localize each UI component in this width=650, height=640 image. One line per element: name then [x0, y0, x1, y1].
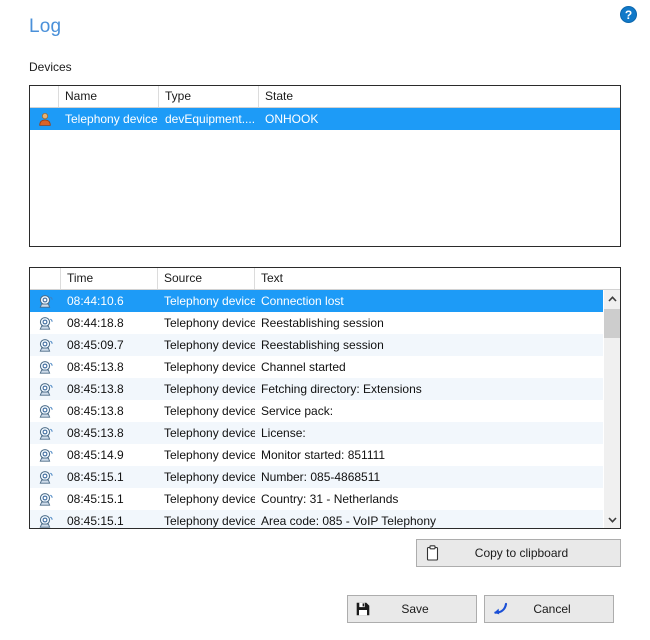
log-table-header: Time Source Text [30, 268, 620, 290]
user-device-icon [30, 112, 59, 126]
log-table-body: 08:44:10.6 Telephony device Connection los… [30, 290, 620, 528]
device-monitor-icon [30, 448, 61, 462]
log-table-row[interactable]: 08:44:10.6 Telephony device Connection los… [30, 290, 620, 312]
log-text-cell: Reestablishing session [261, 316, 384, 330]
log-text-cell: License: [261, 426, 306, 440]
device-monitor-icon [30, 404, 61, 418]
floppy-disk-icon [348, 602, 378, 616]
log-time-cell: 08:45:14.9 [67, 448, 124, 462]
back-arrow-icon [485, 602, 515, 616]
devices-column-name[interactable]: Name [59, 86, 159, 107]
devices-section-label: Devices [29, 60, 72, 74]
log-table-row[interactable]: 08:45:15.1 Telephony device Country: 31 - … [30, 488, 620, 510]
log-column-time[interactable]: Time [61, 268, 158, 289]
device-monitor-icon [30, 492, 61, 506]
cancel-label: Cancel [533, 602, 571, 616]
devices-column-state[interactable]: State [259, 86, 620, 107]
log-table-row[interactable]: 08:44:18.8 Telephony device Reestablishing… [30, 312, 620, 334]
log-column-text[interactable]: Text [255, 268, 604, 289]
log-text-cell: Area code: 085 - VoIP Telephony [261, 514, 437, 528]
log-table-row[interactable]: 08:45:13.8 Telephony device License: [30, 422, 620, 444]
log-source-cell: Telephony device [164, 426, 255, 440]
log-source-cell: Telephony device [164, 470, 255, 484]
device-monitor-icon [30, 514, 61, 528]
log-column-source[interactable]: Source [158, 268, 255, 289]
log-text-cell: Service pack: [261, 404, 334, 418]
log-source-cell: Telephony device [164, 338, 255, 352]
log-text-cell: Country: 31 - Netherlands [261, 492, 399, 506]
device-name-cell: Telephony device [65, 112, 158, 126]
log-source-cell: Telephony device [164, 294, 255, 308]
help-icon[interactable]: ? [620, 6, 637, 23]
log-table-row[interactable]: 08:45:13.8 Telephony device Fetching direc… [30, 378, 620, 400]
devices-table-row[interactable]: Telephony device devEquipment.... ONHOOK [30, 108, 620, 130]
log-time-cell: 08:44:10.6 [67, 294, 124, 308]
log-source-cell: Telephony device [164, 492, 255, 506]
log-table-row[interactable]: 08:45:15.1 Telephony device Number: 085-48… [30, 466, 620, 488]
devices-column-icon[interactable] [30, 86, 59, 107]
log-table-row[interactable]: 08:45:13.8 Telephony device Service pack: [30, 400, 620, 422]
device-monitor-icon [30, 360, 61, 374]
device-monitor-icon [30, 316, 61, 330]
log-text-cell: Connection lost [261, 294, 344, 308]
devices-table: Name Type State Telephony device devEquip… [29, 85, 621, 247]
scrollbar-thumb[interactable] [604, 309, 620, 338]
devices-table-body: Telephony device devEquipment.... ONHOOK [30, 108, 620, 130]
log-source-cell: Telephony device [164, 514, 255, 528]
cancel-button[interactable]: Cancel [484, 595, 614, 623]
log-text-cell: Monitor started: 851111 [261, 448, 386, 462]
log-table-row[interactable]: 08:45:14.9 Telephony device Monitor starte… [30, 444, 620, 466]
log-table: Time Source Text 08:44:10.6 Telephony dev… [29, 267, 621, 529]
save-label: Save [401, 602, 429, 616]
log-table-row[interactable]: 08:45:13.8 Telephony device Channel starte… [30, 356, 620, 378]
log-column-icon[interactable] [30, 268, 61, 289]
log-time-cell: 08:45:09.7 [67, 338, 124, 352]
device-type-cell: devEquipment.... [165, 112, 256, 126]
log-time-cell: 08:45:13.8 [67, 404, 124, 418]
log-text-cell: Number: 085-4868511 [261, 470, 381, 484]
log-text-cell: Fetching directory: Extensions [261, 382, 422, 396]
device-monitor-icon [30, 470, 61, 484]
log-table-row[interactable]: 08:45:09.7 Telephony device Reestablishing… [30, 334, 620, 356]
log-source-cell: Telephony device [164, 360, 255, 374]
device-monitor-icon [30, 338, 61, 352]
log-text-cell: Reestablishing session [261, 338, 384, 352]
log-source-cell: Telephony device [164, 382, 255, 396]
log-source-cell: Telephony device [164, 404, 255, 418]
log-source-cell: Telephony device [164, 448, 255, 462]
log-text-cell: Channel started [261, 360, 346, 374]
save-button[interactable]: Save [347, 595, 477, 623]
log-scrollbar[interactable] [603, 290, 620, 528]
log-table-row[interactable]: 08:45:15.1 Telephony device Area code: 085… [30, 510, 620, 528]
clipboard-icon [417, 545, 447, 561]
log-time-cell: 08:44:18.8 [67, 316, 124, 330]
log-time-cell: 08:45:13.8 [67, 360, 124, 374]
log-time-cell: 08:45:13.8 [67, 382, 124, 396]
device-monitor-icon [30, 426, 61, 440]
page-title: Log [29, 16, 62, 37]
log-time-cell: 08:45:13.8 [67, 426, 124, 440]
log-time-cell: 08:45:15.1 [67, 514, 124, 528]
device-monitor-icon [30, 294, 61, 308]
copy-to-clipboard-label: Copy to clipboard [474, 546, 569, 560]
log-source-cell: Telephony device [164, 316, 255, 330]
device-monitor-icon [30, 382, 61, 396]
log-time-cell: 08:45:15.1 [67, 492, 124, 506]
scrollbar-down-arrow[interactable] [604, 511, 620, 528]
log-time-cell: 08:45:15.1 [67, 470, 124, 484]
devices-column-type[interactable]: Type [159, 86, 259, 107]
device-state-cell: ONHOOK [265, 112, 319, 126]
devices-table-header: Name Type State [30, 86, 620, 108]
copy-to-clipboard-button[interactable]: Copy to clipboard [416, 539, 621, 567]
scrollbar-up-arrow[interactable] [604, 290, 620, 307]
